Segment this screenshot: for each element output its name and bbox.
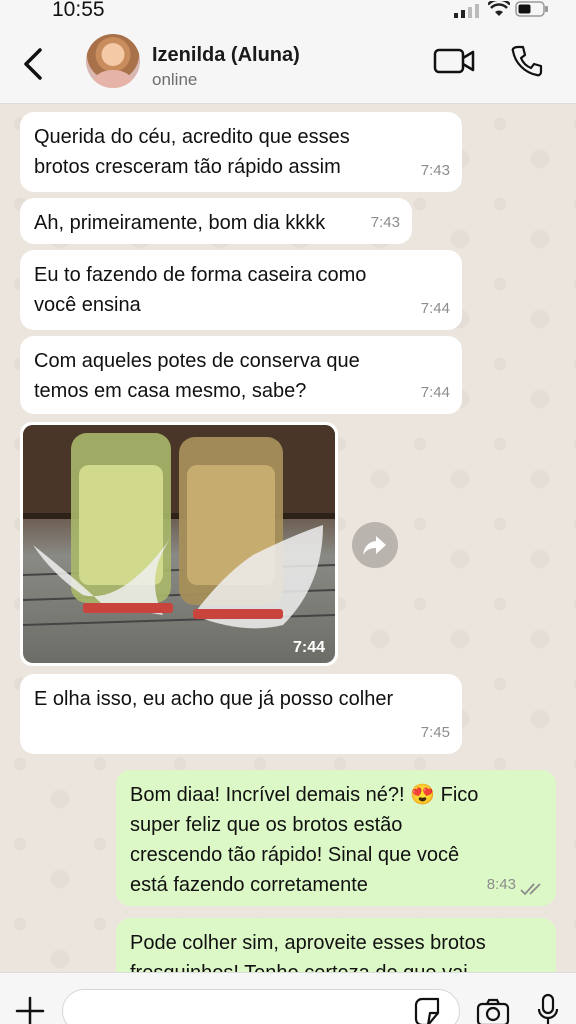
message-time: 8:43: [486, 876, 516, 893]
message-time: 7:43: [370, 214, 400, 231]
wifi-icon: [488, 1, 510, 16]
message-text: Ah, primeiramente, bom dia kkkk: [34, 212, 326, 234]
cellular-signal-icon: [454, 4, 479, 18]
message-bubble-incoming[interactable]: Ah, primeiramente, bom dia kkkk 7:43: [20, 198, 412, 244]
avatar[interactable]: [86, 34, 140, 88]
message-text: E olha isso, eu acho que já posso colher: [34, 688, 394, 710]
message-text: Com aqueles potes de conserva que: [34, 350, 360, 372]
message-time: 7:45: [420, 724, 450, 741]
forward-button[interactable]: [352, 522, 398, 568]
chat-header: Izenilda (Aluna) online: [0, 22, 576, 104]
forward-arrow-icon: [363, 536, 386, 555]
message-input[interactable]: [62, 989, 460, 1024]
message-text: Bom diaa! Incrível demais né?! 😍 Fico: [130, 784, 479, 806]
back-arrow-icon[interactable]: [18, 44, 48, 84]
message-text: você ensina: [34, 294, 141, 316]
sticker-icon[interactable]: [412, 997, 442, 1024]
message-bubble-incoming[interactable]: Querida do céu, acredito que esses broto…: [20, 112, 462, 192]
message-text: Querida do céu, acredito que esses: [34, 126, 350, 148]
message-time: 7:44: [292, 639, 325, 656]
message-bubble-incoming[interactable]: E olha isso, eu acho que já posso colher…: [20, 674, 462, 754]
battery-icon: [515, 1, 548, 17]
message-text: fresquinhos! Tenho certeza de que vai: [130, 958, 542, 972]
message-text: está fazendo corretamente: [130, 874, 368, 896]
message-text: temos em casa mesmo, sabe?: [34, 380, 307, 402]
message-text: Eu to fazendo de forma caseira como: [34, 264, 367, 286]
sprouts-photo[interactable]: 7:44: [23, 425, 335, 663]
message-bubble-incoming[interactable]: Com aqueles potes de conserva que temos …: [20, 336, 462, 414]
message-text: super feliz que os brotos estão: [130, 814, 403, 836]
message-list[interactable]: Querida do céu, acredito que esses broto…: [0, 104, 576, 972]
message-time: 7:44: [420, 300, 450, 317]
plus-icon[interactable]: [14, 995, 46, 1024]
status-bar: 10:55: [0, 0, 576, 22]
message-text: crescendo tão rápido! Sinal que você: [130, 844, 460, 866]
contact-name[interactable]: Izenilda (Aluna): [152, 44, 300, 67]
read-receipt-icon: [520, 883, 541, 896]
video-call-icon[interactable]: [433, 46, 475, 76]
message-bubble-incoming[interactable]: Eu to fazendo de forma caseira como você…: [20, 250, 462, 330]
jars-image: [23, 425, 335, 629]
camera-icon[interactable]: [476, 997, 510, 1024]
contact-status: online: [152, 70, 198, 89]
message-bubble-outgoing[interactable]: Pode colher sim, aproveite esses brotos …: [116, 918, 556, 972]
message-text: Pode colher sim, aproveite esses brotos: [130, 932, 486, 954]
image-message[interactable]: 7:44: [20, 422, 338, 666]
message-text: brotos cresceram tão rápido assim: [34, 156, 341, 178]
message-time: 7:44: [420, 384, 450, 401]
message-time: 7:43: [420, 162, 450, 179]
message-composer: [0, 972, 576, 1024]
phone-call-icon[interactable]: [510, 44, 544, 78]
microphone-icon[interactable]: [536, 993, 560, 1024]
message-bubble-outgoing[interactable]: Bom diaa! Incrível demais né?! 😍 Fico su…: [116, 770, 556, 906]
status-time: 10:55: [52, 0, 105, 21]
